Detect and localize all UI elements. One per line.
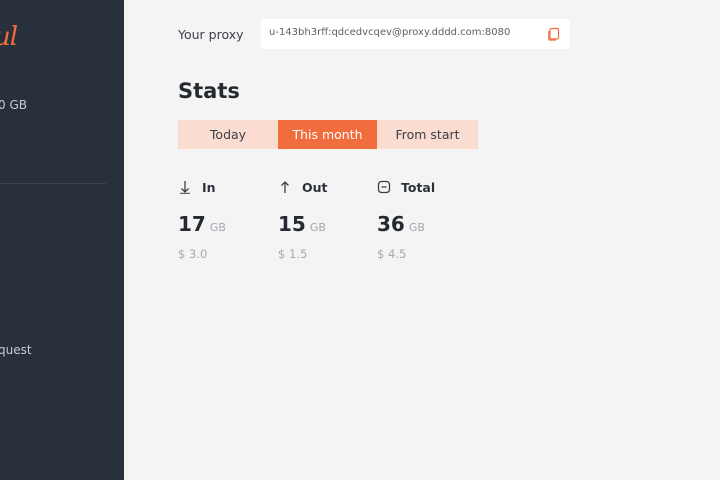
stat-in-value: 17 [178,212,206,236]
stat-in-unit: GB [209,221,226,234]
stat-out-value-row: 15 GB [278,212,326,236]
sidebar-divider [0,183,106,184]
stat-in-header: In [178,178,216,196]
stats-title: Stats [178,79,240,103]
arrow-up-icon [281,181,289,193]
period-tabs: Today This month From start [178,120,478,149]
stat-in-value-row: 17 GB [178,212,226,236]
copy-icon[interactable] [547,27,561,41]
stat-out-header: Out [278,178,328,196]
arrow-down-icon [180,181,190,194]
tab-today[interactable]: Today [178,120,278,149]
stat-out-value: 15 [278,212,306,236]
proxy-label: Your proxy [178,27,244,42]
stat-out-unit: GB [309,221,326,234]
stat-total-value-row: 36 GB [377,212,425,236]
sidebar-quota-text: 0 GB [0,98,27,112]
tab-this-month[interactable]: This month [278,120,377,149]
stat-total: Total 36 GB $ 4.5 [377,178,435,262]
stat-total-value: 36 [377,212,405,236]
app-root: ul 0 GB quest Your proxy u-143bh3rff:qdc… [0,0,720,480]
sidebar-item-request[interactable]: quest [0,343,32,357]
proxy-field[interactable]: u-143bh3rff:qdcedvcqev@proxy.dddd.com:80… [261,19,570,49]
stat-in-label: In [202,179,216,195]
logo: ul [0,22,18,52]
stat-in-cost: $ 3.0 [178,247,208,261]
stat-total-unit: GB [408,221,425,234]
total-icon [377,180,391,194]
tab-from-start[interactable]: From start [377,120,478,149]
stat-out: Out 15 GB $ 1.5 [278,178,328,262]
stat-total-header: Total [377,178,435,196]
proxy-value[interactable]: u-143bh3rff:qdcedvcqev@proxy.dddd.com:80… [269,27,510,38]
sidebar: ul 0 GB quest [0,0,124,480]
stat-total-cost: $ 4.5 [377,247,407,261]
stat-out-cost: $ 1.5 [278,247,308,261]
stat-in: In 17 GB $ 3.0 [178,178,226,262]
stat-total-label: Total [401,179,436,195]
stat-out-label: Out [302,179,328,195]
